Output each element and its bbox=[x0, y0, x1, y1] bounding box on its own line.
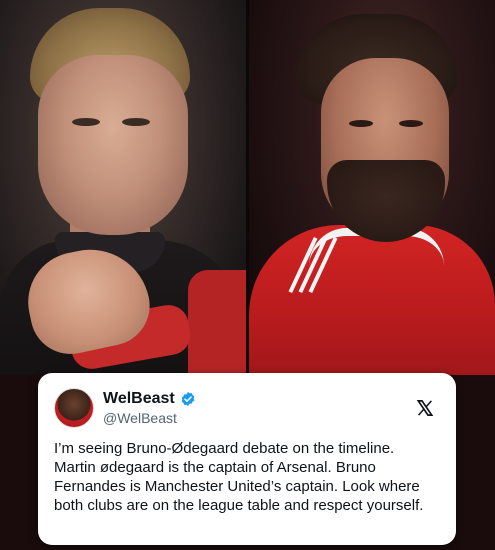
eye bbox=[72, 118, 100, 126]
red-sleeve bbox=[188, 270, 246, 375]
player-photo-right bbox=[249, 0, 495, 375]
eye bbox=[349, 120, 373, 127]
display-name[interactable]: WelBeast bbox=[103, 390, 175, 408]
eye bbox=[399, 120, 423, 127]
author-row: WelBeast bbox=[103, 390, 196, 408]
x-logo-icon[interactable] bbox=[416, 399, 434, 417]
avatar[interactable] bbox=[54, 388, 94, 428]
tweet-text: I’m seeing Bruno-Ødegaard debate on the … bbox=[54, 440, 424, 514]
user-handle[interactable]: @WelBeast bbox=[103, 410, 177, 426]
tweet-card[interactable]: WelBeast @WelBeast I’m seeing Bruno-Ødeg… bbox=[38, 373, 456, 545]
face bbox=[38, 55, 188, 235]
player-photo-left bbox=[0, 0, 246, 375]
eye bbox=[122, 118, 150, 126]
verified-badge-icon bbox=[181, 392, 195, 406]
